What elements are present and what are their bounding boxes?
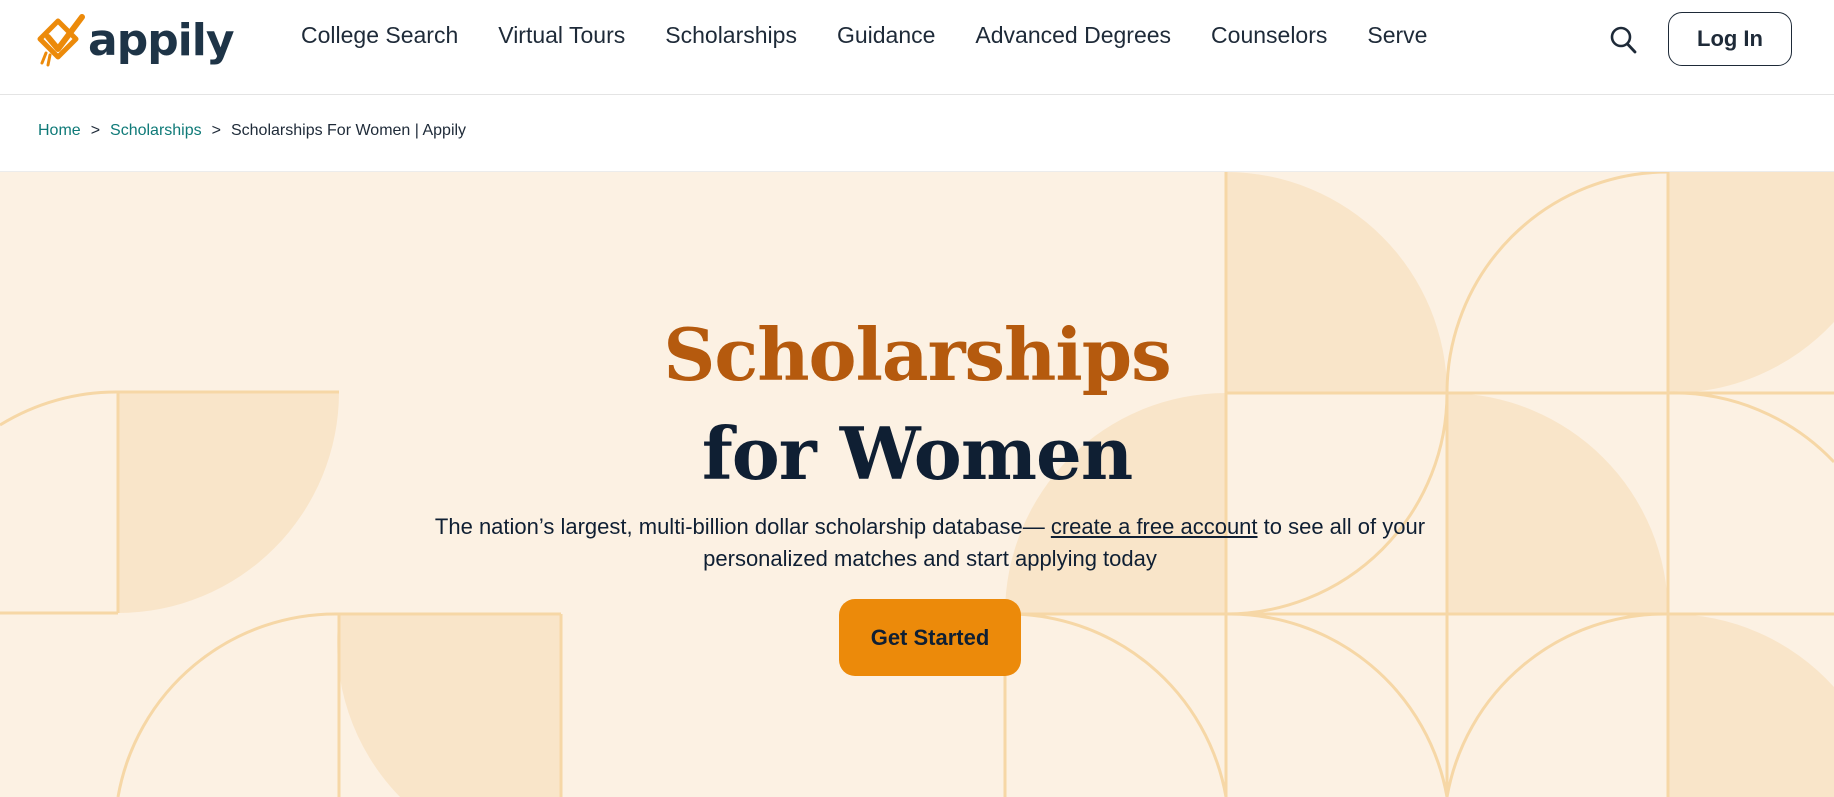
appily-logo[interactable]: appily xyxy=(36,13,235,69)
breadcrumb-separator: > xyxy=(90,122,101,139)
breadcrumb-separator: > xyxy=(211,122,221,139)
top-navigation: appily College Search Virtual Tours Scho… xyxy=(0,0,1834,95)
logo-wordmark: appily xyxy=(88,15,235,66)
hero-title-highlight: Scholarships xyxy=(663,312,1171,398)
hero-description: The nation’s largest, multi-billion doll… xyxy=(400,511,1460,575)
hero-section: Scholarships for Women The nation’s larg… xyxy=(0,171,1834,797)
nav-college-search[interactable]: College Search xyxy=(301,20,458,50)
breadcrumb: Home > Scholarships > Scholarships For W… xyxy=(38,122,466,140)
create-account-link[interactable]: create a free account xyxy=(1051,514,1258,539)
nav-guidance[interactable]: Guidance xyxy=(837,20,935,50)
search-button[interactable] xyxy=(1609,24,1639,56)
breadcrumb-scholarships[interactable]: Scholarships xyxy=(110,122,202,140)
login-button[interactable]: Log In xyxy=(1668,12,1792,66)
search-icon xyxy=(1610,26,1637,54)
breadcrumb-home[interactable]: Home xyxy=(38,122,81,140)
nav-counselors[interactable]: Counselors xyxy=(1211,20,1327,50)
nav-serve[interactable]: Serve xyxy=(1367,20,1427,50)
checkmark-diamond-icon xyxy=(37,14,85,67)
nav-scholarships[interactable]: Scholarships xyxy=(665,20,797,50)
get-started-button[interactable]: Get Started xyxy=(839,599,1021,676)
breadcrumb-current: Scholarships For Women | Appily xyxy=(230,122,467,139)
hero-title: for Women xyxy=(701,411,1133,497)
nav-virtual-tours[interactable]: Virtual Tours xyxy=(498,20,625,50)
hero-description-text: The nation’s largest, multi-billion doll… xyxy=(434,514,1051,539)
nav-advanced-degrees[interactable]: Advanced Degrees xyxy=(975,20,1171,50)
main-nav: College Search Virtual Tours Scholarship… xyxy=(301,20,1467,50)
